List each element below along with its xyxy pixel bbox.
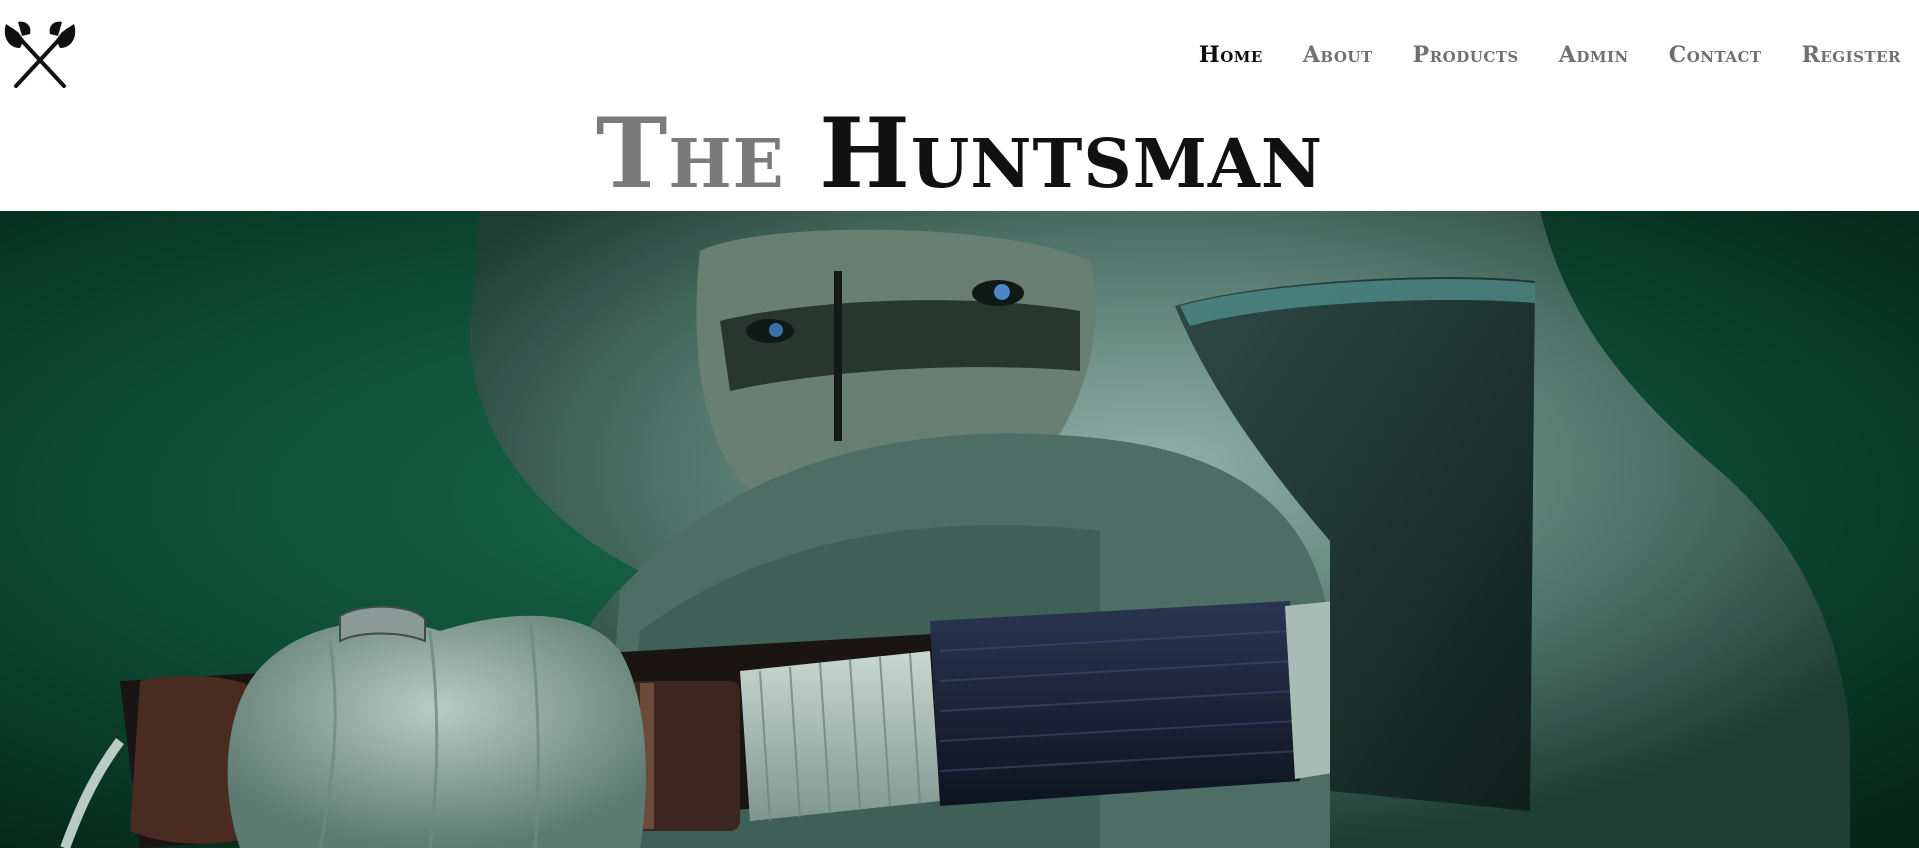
crossed-axes-icon — [4, 21, 76, 88]
site-header: Home About Products Admin Contact Regist… — [0, 0, 1919, 211]
grip-wrap — [930, 601, 1300, 806]
nav-products[interactable]: Products — [1413, 40, 1519, 70]
title-part-huntsman: Huntsman — [819, 97, 1324, 210]
nav-contact[interactable]: Contact — [1669, 40, 1762, 70]
nav-about[interactable]: About — [1303, 40, 1373, 70]
rope-wrap — [740, 651, 940, 821]
page: Home About Products Admin Contact Regist… — [0, 0, 1919, 848]
nav-register[interactable]: Register — [1802, 40, 1901, 70]
title-part-the: The — [595, 97, 785, 210]
nav-home[interactable]: Home — [1199, 40, 1263, 70]
main-nav: Home About Products Admin Contact Regist… — [1159, 40, 1901, 70]
nav-admin[interactable]: Admin — [1559, 40, 1629, 70]
hero-illustration — [0, 211, 1919, 848]
logo-link[interactable] — [2, 18, 78, 90]
page-title: The Huntsman — [0, 104, 1919, 204]
hero-image — [0, 211, 1919, 848]
